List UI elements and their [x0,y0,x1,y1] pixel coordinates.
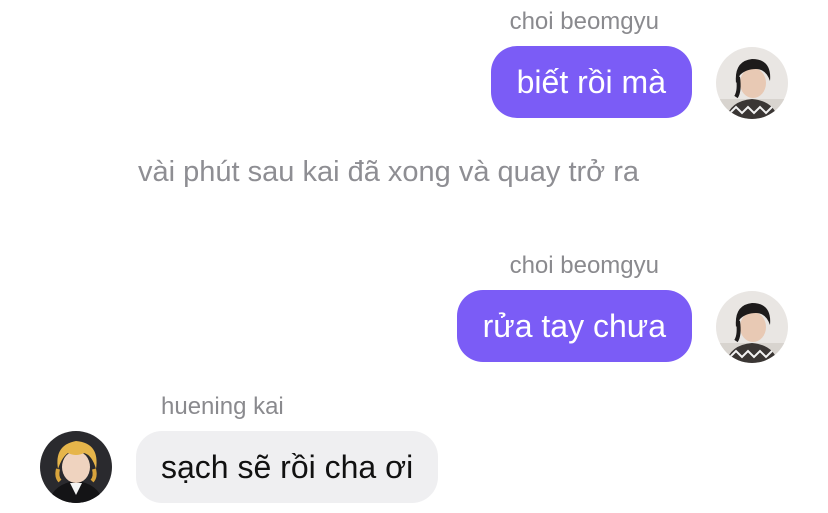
sender-name-beomgyu: choi beomgyu [509,8,659,35]
avatar-beomgyu[interactable] [716,291,788,363]
message-bubble-sent[interactable]: rửa tay chưa [456,290,692,362]
narration-text: vài phút sau kai đã xong và quay trở ra [138,156,640,188]
sender-name-beomgyu: choi beomgyu [509,252,659,279]
profile-photo-icon [716,291,788,363]
sender-name-kai: huening kai [161,393,284,420]
profile-photo-icon [40,431,112,503]
message-bubble-received[interactable]: sạch sẽ rồi cha ơi [136,431,439,503]
avatar-kai[interactable] [40,431,112,503]
avatar-beomgyu[interactable] [716,47,788,119]
profile-photo-icon [716,47,788,119]
message-bubble-sent[interactable]: biết rồi mà [490,46,692,118]
